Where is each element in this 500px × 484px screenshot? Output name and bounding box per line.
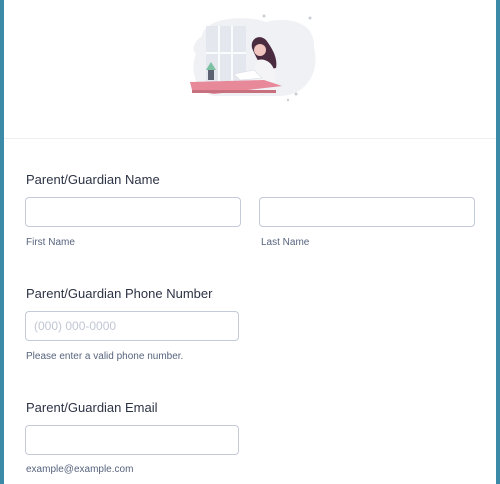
form-header (4, 0, 496, 139)
first-name-input[interactable] (25, 197, 241, 227)
woman-writing-illustration (190, 14, 316, 102)
email-sublabel: example@example.com (26, 464, 134, 475)
first-name-sublabel: First Name (26, 237, 75, 248)
email-input[interactable] (25, 425, 239, 455)
last-name-sublabel: Last Name (261, 237, 310, 248)
phone-input[interactable] (25, 311, 239, 341)
last-name-input[interactable] (259, 197, 475, 227)
guardian-phone-title: Parent/Guardian Phone Number (26, 286, 213, 301)
guardian-email-title: Parent/Guardian Email (26, 400, 158, 415)
form-card: Parent/Guardian Name First Name Last Nam… (4, 0, 496, 484)
phone-sublabel: Please enter a valid phone number. (26, 351, 184, 362)
guardian-name-title: Parent/Guardian Name (26, 172, 160, 187)
